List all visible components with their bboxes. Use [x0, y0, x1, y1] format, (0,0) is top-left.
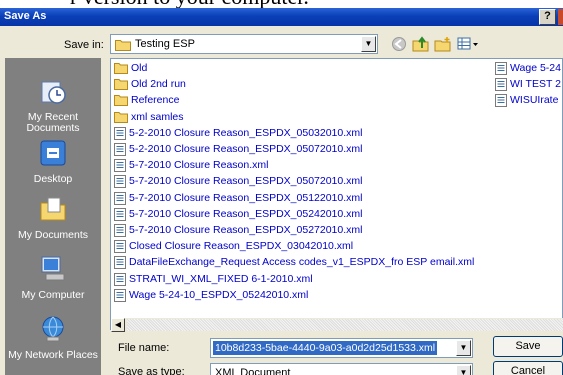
my-documents-icon	[5, 194, 101, 227]
folder-item[interactable]: Reference	[114, 92, 179, 108]
file-item[interactable]: 5-7-2010 Closure Reason_ESPDX_05122010.x…	[114, 190, 362, 206]
recent-documents-icon	[5, 76, 101, 109]
place-desktop[interactable]: Desktop	[5, 138, 101, 185]
file-name: 5-2-2010 Closure Reason_ESPDX_05032010.x…	[129, 126, 363, 139]
dialog-title: Save As	[4, 10, 47, 22]
file-item[interactable]: WISUIrate	[495, 92, 558, 108]
save-as-type-dropdown-button[interactable]: ▼	[456, 365, 471, 375]
file-name: STRATI_WI_XML_FIXED 6-1-2010.xml	[129, 272, 313, 285]
background-document-text: r version to your computer.	[0, 0, 563, 8]
file-item[interactable]: 5-7-2010 Closure Reason_ESPDX_05272010.x…	[114, 222, 362, 238]
file-name: 5-7-2010 Closure Reason_ESPDX_05072010.x…	[129, 175, 363, 188]
place-label: My Network Places	[8, 349, 98, 361]
save-as-dialog: Save As ? Save in: Testing ESP ▼ My Rece…	[0, 8, 563, 375]
file-list[interactable]: Old Old 2nd run Reference xml samles 5-2-201…	[110, 58, 563, 330]
close-button[interactable]	[558, 9, 563, 25]
save-in-dropdown-button[interactable]: ▼	[361, 36, 376, 52]
save-as-type-value: XML Document	[215, 367, 291, 375]
place-label: My Computer	[21, 289, 85, 301]
file-item[interactable]: Closed Closure Reason_ESPDX_03042010.xml	[114, 238, 353, 254]
save-in-value: Testing ESP	[135, 38, 195, 50]
file-name: xml samles	[131, 110, 184, 123]
file-name: WI TEST 2	[510, 78, 561, 91]
place-my-documents[interactable]: My Documents	[5, 194, 101, 241]
xml-file-icon	[114, 288, 126, 307]
place-label: My Recent Documents	[26, 111, 80, 134]
file-name: WISUIrate	[510, 94, 559, 107]
file-name-input[interactable]: 10b8d233-5bae-4440-9a03-a0d2d25d1533.xml…	[210, 338, 473, 358]
file-name: 5-2-2010 Closure Reason_ESPDX_05072010.x…	[129, 143, 363, 155]
file-name-label: File name:	[118, 342, 170, 354]
file-name: Old	[131, 62, 148, 74]
file-item[interactable]: STRATI_WI_XML_FIXED 6-1-2010.xml	[114, 271, 313, 287]
save-button[interactable]: Save	[493, 336, 563, 357]
file-name: 5-7-2010 Closure Reason_ESPDX_05122010.x…	[129, 191, 363, 204]
up-folder-icon[interactable]	[412, 36, 430, 52]
place-my-recent-documents[interactable]: My Recent Documents	[5, 76, 101, 134]
file-item[interactable]: DataFileExchange_Request Access codes_v1…	[114, 254, 474, 270]
save-as-type-dropdown[interactable]: XML Document ▼	[210, 363, 473, 375]
save-in-dropdown[interactable]: Testing ESP ▼	[110, 34, 378, 54]
file-item[interactable]: 5-7-2010 Closure Reason.xml	[114, 157, 268, 173]
folder-item[interactable]: Old 2nd run	[114, 76, 186, 92]
file-name: DataFileExchange_Request Access codes_v1…	[129, 256, 475, 269]
save-in-label: Save in:	[64, 39, 104, 51]
place-my-computer[interactable]: My Computer	[5, 254, 101, 301]
file-item[interactable]: WI TEST 2	[495, 76, 561, 92]
file-name: Reference	[131, 94, 180, 107]
place-label: My Documents	[17, 229, 89, 241]
folder-icon	[115, 38, 131, 54]
file-name: 5-7-2010 Closure Reason_ESPDX_05242010.x…	[129, 207, 363, 220]
file-name: 5-7-2010 Closure Reason_ESPDX_05272010.x…	[129, 224, 363, 236]
back-icon[interactable]	[390, 36, 408, 52]
file-item[interactable]: 5-7-2010 Closure Reason_ESPDX_05072010.x…	[114, 173, 362, 189]
file-item[interactable]: 5-7-2010 Closure Reason_ESPDX_05242010.x…	[114, 206, 362, 222]
file-name: Old 2nd run	[131, 78, 186, 91]
file-item[interactable]: 5-2-2010 Closure Reason_ESPDX_05072010.x…	[114, 141, 362, 157]
new-folder-icon[interactable]	[434, 36, 452, 52]
file-name: Wage 5-24	[510, 62, 561, 74]
network-places-icon	[5, 314, 101, 347]
file-name: Wage 5-24-10_ESPDX_05242010.xml	[129, 288, 309, 301]
cancel-button[interactable]: Cancel	[493, 361, 563, 375]
my-computer-icon	[5, 254, 101, 287]
place-label: Desktop	[33, 173, 73, 185]
views-menu-icon[interactable]	[456, 36, 480, 52]
horizontal-scrollbar[interactable]: ◀	[111, 318, 563, 332]
file-item[interactable]: Wage 5-24	[495, 60, 561, 76]
title-bar[interactable]: Save As ?	[0, 8, 563, 26]
file-name: Closed Closure Reason_ESPDX_03042010.xml	[129, 240, 354, 253]
desktop-icon	[5, 138, 101, 171]
folder-item[interactable]: Old	[114, 60, 147, 76]
scroll-left-button[interactable]: ◀	[111, 318, 125, 332]
file-name-value[interactable]: 10b8d233-5bae-4440-9a03-a0d2d25d1533.xml	[213, 341, 438, 355]
save-as-type-label: Save as type:	[118, 366, 185, 375]
file-item[interactable]: Wage 5-24-10_ESPDX_05242010.xml	[114, 287, 308, 303]
folder-item[interactable]: xml samles	[114, 109, 184, 125]
scrollbar-track[interactable]	[127, 319, 563, 331]
help-button[interactable]: ?	[539, 9, 556, 25]
file-item[interactable]: 5-2-2010 Closure Reason_ESPDX_05032010.x…	[114, 125, 362, 141]
places-bar: My Recent Documents Desktop My Documents…	[5, 58, 101, 375]
place-my-network-places[interactable]: My Network Places	[5, 314, 101, 361]
xml-file-icon	[495, 94, 507, 112]
file-name: 5-7-2010 Closure Reason.xml	[129, 159, 269, 172]
file-name-dropdown-button[interactable]: ▼	[456, 340, 471, 356]
